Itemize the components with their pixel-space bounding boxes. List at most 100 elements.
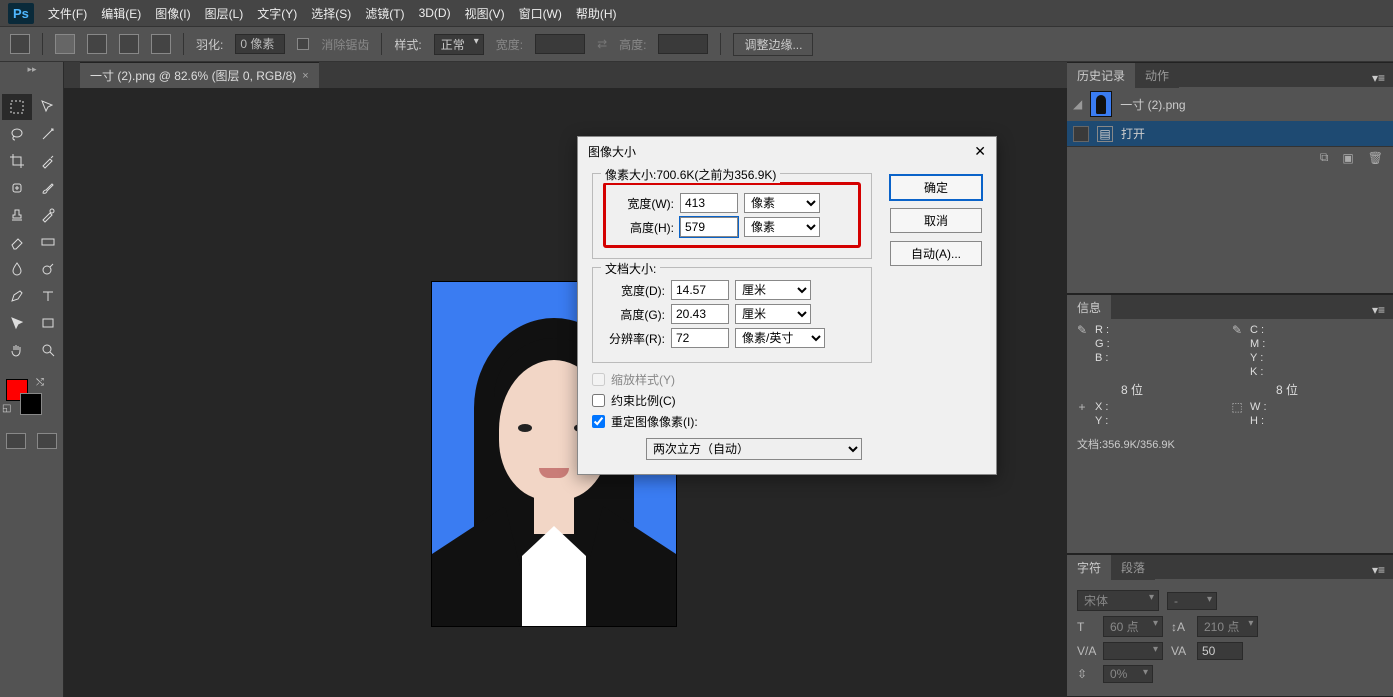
refine-edge-button[interactable]: 调整边缘... [733, 33, 813, 56]
height-px-input[interactable] [680, 217, 738, 237]
char-panel-menu-icon[interactable]: ▾≡ [1364, 561, 1393, 579]
menu-layer[interactable]: 图层(L) [205, 5, 244, 22]
tab-info[interactable]: 信息 [1067, 295, 1111, 320]
toolbox-collapse-icon[interactable]: ▸▸ [2, 64, 62, 76]
vscale-select[interactable]: 0% [1103, 665, 1153, 683]
auto-button[interactable]: 自动(A)... [890, 241, 982, 266]
close-tab-icon[interactable]: × [302, 70, 308, 82]
zoom-tool[interactable] [33, 337, 63, 363]
tab-paragraph[interactable]: 段落 [1111, 555, 1155, 580]
tracking-input[interactable] [1197, 642, 1243, 660]
tab-history[interactable]: 历史记录 [1067, 63, 1135, 88]
feather-input[interactable]: 0 像素 [235, 34, 285, 54]
scale-styles-checkbox [592, 373, 605, 386]
menu-view[interactable]: 视图(V) [465, 5, 505, 22]
screenmode-icon[interactable] [37, 433, 57, 449]
width-px-unit-select[interactable]: 像素 [744, 193, 820, 213]
menu-type[interactable]: 文字(Y) [257, 5, 297, 22]
history-document-row[interactable]: ◢ 一寸 (2).png [1067, 87, 1393, 121]
height-d-input[interactable] [671, 304, 729, 324]
height-px-unit-select[interactable]: 像素 [744, 217, 820, 237]
font-family-select[interactable]: 宋体 [1077, 590, 1159, 611]
gradient-tool[interactable] [33, 229, 63, 255]
resample-checkbox[interactable] [592, 415, 605, 428]
info-m: M : [1250, 337, 1265, 351]
style-select[interactable]: 正常 [434, 34, 484, 55]
antialias-checkbox[interactable] [297, 38, 309, 50]
dodge-tool[interactable] [33, 256, 63, 282]
history-brush-source-icon[interactable]: ◢ [1073, 97, 1082, 111]
move-tool[interactable] [33, 94, 63, 120]
height-d-unit-select[interactable]: 厘米 [735, 304, 811, 324]
history-panel: 历史记录 动作 ▾≡ ◢ 一寸 (2).png ▤ 打开 ⧉ ▣ 🗑 [1067, 62, 1393, 294]
menu-image[interactable]: 图像(I) [155, 5, 190, 22]
history-camera-icon[interactable]: ▣ [1342, 151, 1353, 165]
add-selection-icon[interactable] [87, 34, 107, 54]
menu-file[interactable]: 文件(F) [48, 5, 87, 22]
eraser-tool[interactable] [2, 229, 32, 255]
path-select-tool[interactable] [2, 310, 32, 336]
ok-button[interactable]: 确定 [890, 175, 982, 200]
width-d-input[interactable] [671, 280, 729, 300]
color-swatches[interactable]: ⤭ ◱ [0, 375, 63, 415]
width-px-input[interactable] [680, 193, 738, 213]
history-step-open[interactable]: ▤ 打开 [1067, 121, 1393, 146]
wand-tool[interactable] [33, 121, 63, 147]
lasso-tool[interactable] [2, 121, 32, 147]
hand-tool[interactable] [2, 337, 32, 363]
scale-styles-label: 缩放样式(Y) [611, 371, 675, 388]
vscale-icon: ⇳ [1077, 667, 1095, 681]
menu-help[interactable]: 帮助(H) [576, 5, 617, 22]
font-size-select[interactable]: 60 点 [1103, 616, 1163, 637]
info-panel-menu-icon[interactable]: ▾≡ [1364, 301, 1393, 319]
subtract-selection-icon[interactable] [119, 34, 139, 54]
resample-method-select[interactable]: 两次立方（自动） [646, 438, 862, 460]
history-brush-tool[interactable] [33, 202, 63, 228]
cancel-button[interactable]: 取消 [890, 208, 982, 233]
info-h: H : [1250, 414, 1267, 428]
resolution-input[interactable] [671, 328, 729, 348]
menu-edit[interactable]: 编辑(E) [101, 5, 141, 22]
tab-actions[interactable]: 动作 [1135, 63, 1179, 88]
feather-label: 羽化: [196, 36, 223, 53]
width-d-unit-select[interactable]: 厘米 [735, 280, 811, 300]
app-logo: Ps [8, 3, 34, 24]
blur-tool[interactable] [2, 256, 32, 282]
marquee-tool[interactable] [2, 94, 32, 120]
resolution-unit-select[interactable]: 像素/英寸 [735, 328, 825, 348]
pen-tool[interactable] [2, 283, 32, 309]
leading-select[interactable]: 210 点 [1197, 616, 1258, 637]
tab-character[interactable]: 字符 [1067, 555, 1111, 580]
intersect-selection-icon[interactable] [151, 34, 171, 54]
font-style-select[interactable]: - [1167, 592, 1217, 610]
history-visibility-icon[interactable] [1073, 126, 1089, 142]
new-selection-icon[interactable] [55, 34, 75, 54]
kerning-select[interactable] [1103, 642, 1163, 660]
dialog-close-button[interactable]: ✕ [974, 143, 986, 160]
history-thumbnail [1090, 91, 1112, 117]
image-size-dialog: 图像大小 ✕ 像素大小:700.6K(之前为356.9K) 宽度(W): 像素 … [577, 136, 997, 475]
background-color-swatch[interactable] [20, 393, 42, 415]
style-label: 样式: [394, 36, 421, 53]
quickmask-icon[interactable] [6, 433, 26, 449]
history-panel-menu-icon[interactable]: ▾≡ [1364, 69, 1393, 87]
constrain-checkbox[interactable] [592, 394, 605, 407]
stamp-tool[interactable] [2, 202, 32, 228]
default-colors-icon[interactable]: ◱ [2, 403, 11, 414]
menu-3d[interactable]: 3D(D) [419, 6, 451, 20]
eyedropper-tool[interactable] [33, 148, 63, 174]
menu-window[interactable]: 窗口(W) [519, 5, 562, 22]
document-tab[interactable]: 一寸 (2).png @ 82.6% (图层 0, RGB/8) × [80, 62, 319, 88]
swap-colors-icon[interactable]: ⤭ [36, 377, 44, 388]
info-r: R : [1095, 323, 1110, 337]
history-snapshot-icon[interactable]: ⧉ [1320, 150, 1329, 165]
brush-tool[interactable] [33, 175, 63, 201]
crop-tool[interactable] [2, 148, 32, 174]
tool-preset-icon[interactable] [10, 34, 30, 54]
healing-tool[interactable] [2, 175, 32, 201]
type-tool[interactable] [33, 283, 63, 309]
shape-tool[interactable] [33, 310, 63, 336]
history-trash-icon[interactable]: 🗑 [1368, 151, 1383, 165]
menu-filter[interactable]: 滤镜(T) [365, 5, 404, 22]
menu-select[interactable]: 选择(S) [311, 5, 351, 22]
